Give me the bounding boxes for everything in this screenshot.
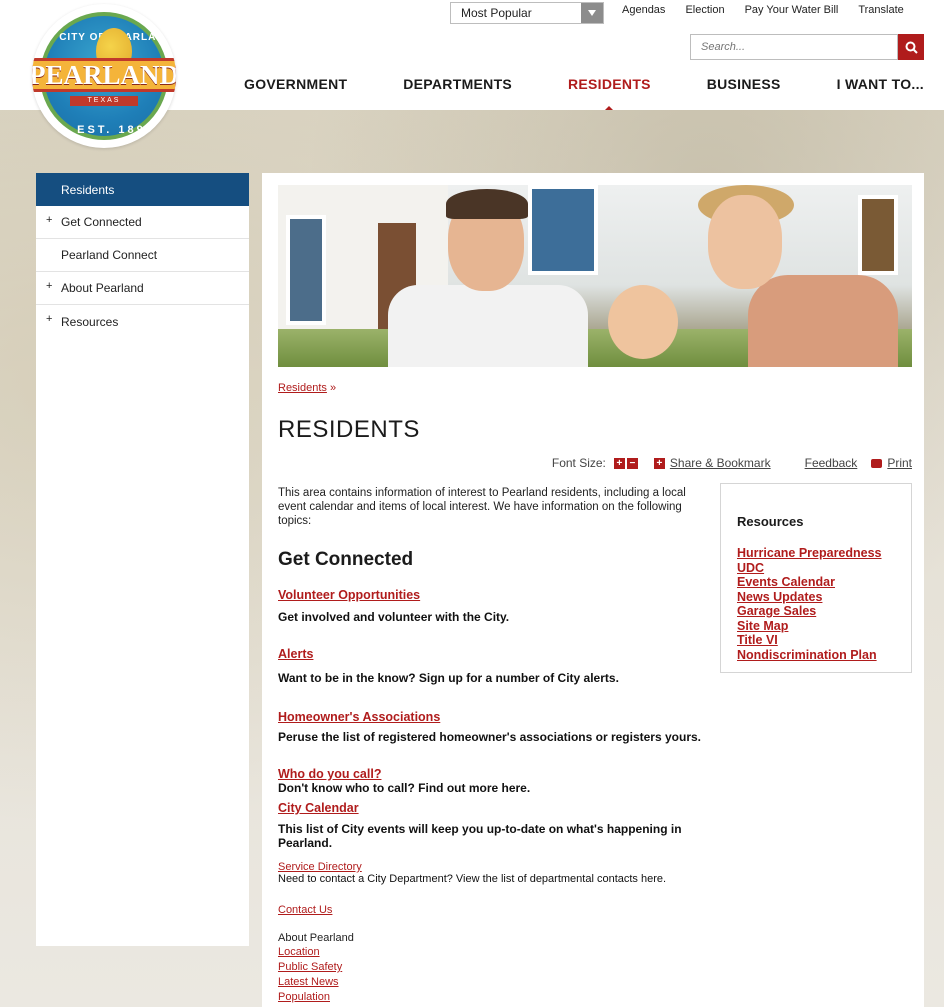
breadcrumb-separator: » <box>329 382 337 394</box>
nav-residents[interactable]: RESIDENTS <box>568 76 651 112</box>
topic-link-who-to-call[interactable]: Who do you call? <box>278 767 708 781</box>
resource-link-events-calendar[interactable]: Events Calendar <box>737 575 911 590</box>
print-icon[interactable] <box>871 458 883 468</box>
nav-government[interactable]: GOVERNMENT <box>244 76 347 100</box>
topic-link-service-directory[interactable]: Service Directory <box>278 861 708 873</box>
topic-link-city-calendar[interactable]: City Calendar <box>278 801 708 815</box>
sidebar-item-label: Resources <box>61 314 119 329</box>
sidebar-item-label: Get Connected <box>61 215 142 229</box>
logo-est-text: EST. 1894 <box>77 124 155 136</box>
share-icon[interactable]: + <box>653 457 665 469</box>
section-heading: Get Connected <box>278 549 414 570</box>
topic-item: Contact Us <box>278 904 708 916</box>
resource-link-title-vi[interactable]: Title VI <box>737 633 911 648</box>
about-link-public-safety[interactable]: Public Safety <box>278 960 708 975</box>
resource-link-garage-sales[interactable]: Garage Sales <box>737 604 911 619</box>
family-banner-image <box>278 185 912 367</box>
page-title: RESIDENTS <box>278 416 420 443</box>
sidebar-item-residents[interactable]: Residents <box>36 173 249 206</box>
most-popular-dropdown[interactable]: Most Popular <box>450 2 604 24</box>
topic-desc: Get involved and volunteer with the City… <box>278 610 510 624</box>
search-input[interactable] <box>690 34 898 60</box>
breadcrumb: Residents » <box>278 382 336 394</box>
expand-plus-icon[interactable]: + <box>46 280 52 292</box>
about-heading: About Pearland <box>278 932 354 944</box>
about-link-population[interactable]: Population <box>278 990 708 1005</box>
page-tools: Font Size: + − + Share & Bookmark Feedba… <box>552 456 912 470</box>
about-list: About Pearland Location Public Safety La… <box>278 932 708 1005</box>
utility-link-election[interactable]: Election <box>685 4 724 16</box>
utility-links: Agendas Election Pay Your Water Bill Tra… <box>622 4 904 16</box>
dropdown-value: Most Popular <box>461 6 532 20</box>
resources-title: Resources <box>737 514 804 529</box>
font-size-label: Font Size: <box>551 456 606 470</box>
topic-item: Who do you call? Don't know who to call?… <box>278 767 708 795</box>
search-bar <box>690 34 924 60</box>
topic-link-hoa[interactable]: Homeowner's Associations <box>278 710 708 724</box>
topic-link-alerts[interactable]: Alerts <box>278 647 708 661</box>
sidebar-item-label: Residents <box>61 182 115 197</box>
main-content: Residents » RESIDENTS Font Size: + − + S… <box>262 173 924 1007</box>
site-header: CITY OF PEARLAND EST. 1894 PEARLAND TEXA… <box>0 0 944 148</box>
topic-item: Service Directory Need to contact a City… <box>278 861 708 886</box>
sidebar-item-label: Pearland Connect <box>61 248 158 262</box>
sidebar-item-get-connected[interactable]: + Get Connected <box>36 206 249 239</box>
topic-item: Homeowner's Associations Peruse the list… <box>278 710 708 744</box>
resource-link-site-map[interactable]: Site Map <box>737 619 911 634</box>
topic-desc: Want to be in the know? Sign up for a nu… <box>278 671 619 685</box>
resource-link-hurricane[interactable]: Hurricane Preparedness <box>737 546 911 561</box>
utility-link-agendas[interactable]: Agendas <box>622 4 665 16</box>
intro-text: This area contains information of intere… <box>278 487 686 527</box>
sidebar-item-about-pearland[interactable]: + About Pearland <box>36 272 249 305</box>
resource-link-nondiscrimination[interactable]: Nondiscrimination Plan <box>737 648 911 663</box>
topic-item: Alerts Want to be in the know? Sign up f… <box>278 647 708 685</box>
sidebar-item-pearland-connect[interactable]: Pearland Connect <box>36 239 249 272</box>
topic-desc: Need to contact a City Department? View … <box>278 873 667 885</box>
sidebar: Residents + Get Connected Pearland Conne… <box>36 173 249 946</box>
resources-box: Resources Hurricane Preparedness UDC Eve… <box>720 483 912 673</box>
share-bookmark-link[interactable]: Share & Bookmark <box>670 456 771 470</box>
logo-name: PEARLAND <box>32 58 176 92</box>
search-button[interactable] <box>898 34 924 60</box>
city-logo[interactable]: CITY OF PEARLAND EST. 1894 PEARLAND TEXA… <box>32 4 176 148</box>
search-icon <box>905 41 918 54</box>
nav-business[interactable]: BUSINESS <box>707 76 781 100</box>
topic-desc: This list of City events will keep you u… <box>278 822 682 850</box>
nav-i-want-to[interactable]: I WANT TO... <box>837 76 924 100</box>
font-decrease-icon[interactable]: − <box>626 457 638 469</box>
sidebar-item-label: About Pearland <box>61 281 144 295</box>
print-link[interactable]: Print <box>887 456 912 470</box>
feedback-link[interactable]: Feedback <box>805 456 858 470</box>
dropdown-arrow-icon[interactable] <box>581 3 603 23</box>
utility-bar: Most Popular <box>450 2 604 24</box>
utility-link-pay-water-bill[interactable]: Pay Your Water Bill <box>745 4 839 16</box>
expand-plus-icon[interactable]: + <box>46 313 52 325</box>
topic-desc: Peruse the list of registered homeowner'… <box>278 730 701 744</box>
topic-desc: Don't know who to call? Find out more he… <box>278 781 531 795</box>
topic-item: Volunteer Opportunities Get involved and… <box>278 588 708 624</box>
resource-link-udc[interactable]: UDC <box>737 561 911 576</box>
topic-link-volunteer[interactable]: Volunteer Opportunities <box>278 588 708 602</box>
resource-link-news-updates[interactable]: News Updates <box>737 590 911 605</box>
nav-departments[interactable]: DEPARTMENTS <box>403 76 512 100</box>
breadcrumb-link-residents[interactable]: Residents <box>278 382 327 394</box>
main-nav: GOVERNMENT DEPARTMENTS RESIDENTS BUSINES… <box>244 76 924 112</box>
about-link-location[interactable]: Location <box>278 945 708 960</box>
topic-link-contact-us[interactable]: Contact Us <box>278 904 708 916</box>
sidebar-item-resources[interactable]: + Resources <box>36 305 249 338</box>
about-link-latest-news[interactable]: Latest News <box>278 975 708 990</box>
logo-state: TEXAS <box>70 96 138 106</box>
font-increase-icon[interactable]: + <box>613 457 625 469</box>
utility-link-translate[interactable]: Translate <box>858 4 903 16</box>
topic-item: City Calendar This list of City events w… <box>278 801 708 850</box>
expand-plus-icon[interactable]: + <box>46 214 52 226</box>
